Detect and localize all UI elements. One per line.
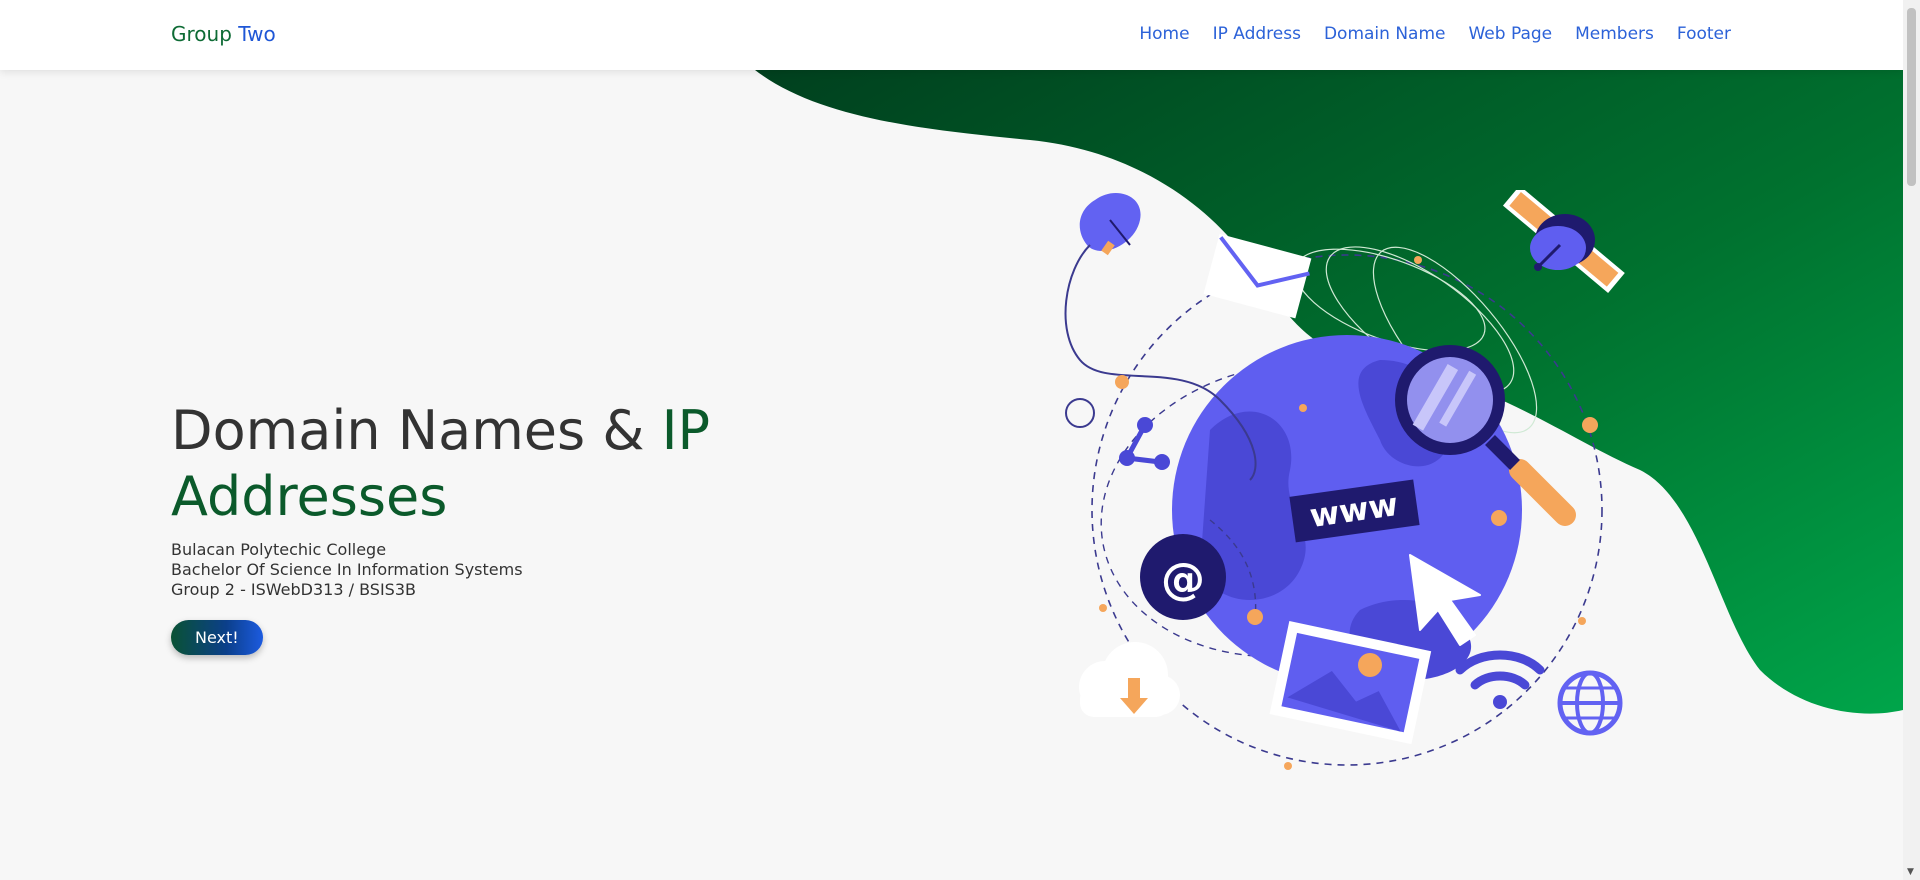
orbit-dot: [1414, 256, 1422, 264]
vertical-scrollbar[interactable]: ▼: [1903, 0, 1920, 880]
envelope-icon: [1203, 233, 1312, 319]
nav-link-home[interactable]: Home: [1139, 24, 1189, 44]
next-button[interactable]: Next!: [171, 620, 263, 655]
share-icon: [1119, 417, 1170, 470]
world-wide-web-icon: [1557, 670, 1623, 736]
satellite-icon: [1502, 190, 1625, 293]
nav-link-domain-name[interactable]: Domain Name: [1324, 24, 1446, 44]
hero-subtitle-group: Group 2 - ISWebD313 / BSIS3B: [171, 580, 416, 599]
cloud-download-icon: [1079, 642, 1180, 717]
hero-title-accent-addresses: Addresses: [171, 465, 448, 528]
brand-text-main: Group: [171, 22, 239, 46]
brand-logo-link[interactable]: Group Two: [171, 22, 276, 46]
network-globe-illustration: www @: [1064, 190, 1625, 770]
page: Group Two Home IP Address Domain Name We…: [0, 0, 1920, 880]
hero-title-main: Domain Names &: [171, 399, 662, 462]
hero-section: Domain Names & IP Addresses Bulacan Polyt…: [171, 398, 791, 655]
orbit-dot: [1578, 617, 1586, 625]
nav-link-footer[interactable]: Footer: [1677, 24, 1731, 44]
scrollbar-thumb[interactable]: [1907, 8, 1916, 186]
orbit-dot: [1299, 404, 1307, 412]
wifi-icon: [1455, 650, 1545, 709]
brand-text-accent: Two: [238, 22, 276, 46]
nav-links: Home IP Address Domain Name Web Page Mem…: [1139, 24, 1731, 44]
hero-subtitle-course: Bachelor Of Science In Information Syste…: [171, 560, 523, 579]
scroll-down-arrow-icon[interactable]: ▼: [1907, 868, 1914, 877]
nav-link-web-page[interactable]: Web Page: [1468, 24, 1552, 44]
orbit-dot: [1115, 375, 1129, 389]
at-label: @: [1161, 554, 1205, 605]
orbit-dot: [1284, 762, 1292, 770]
top-navbar: Group Two Home IP Address Domain Name We…: [0, 0, 1903, 70]
nav-link-ip-address[interactable]: IP Address: [1213, 24, 1301, 44]
nav-link-members[interactable]: Members: [1575, 24, 1654, 44]
orbit-dot: [1247, 609, 1263, 625]
hero-title-accent-ip: IP: [661, 399, 711, 462]
hero-title: Domain Names & IP Addresses: [171, 398, 791, 530]
hero-subtitle-college: Bulacan Polytechic College: [171, 540, 387, 559]
orbit-dot: [1582, 417, 1598, 433]
orbit-dot: [1491, 510, 1507, 526]
at-sign-icon: @: [1140, 534, 1226, 620]
hero-subtitle: Bulacan Polytechic College Bachelor Of S…: [171, 540, 791, 600]
orbit-dot: [1099, 604, 1107, 612]
